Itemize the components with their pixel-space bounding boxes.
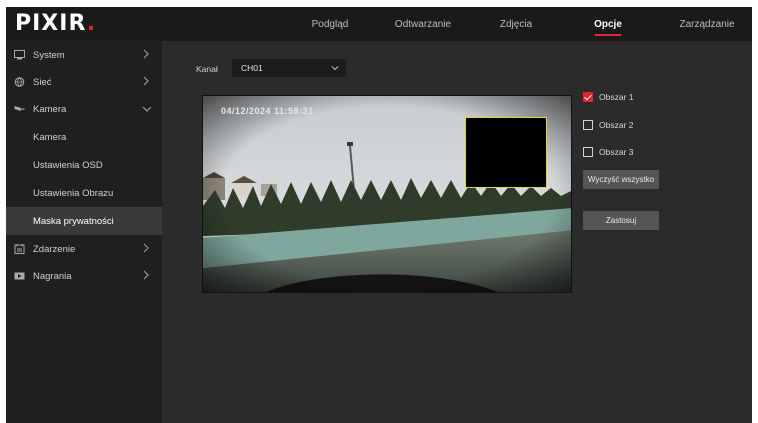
- sidebar-item-label: Nagrania: [33, 270, 72, 282]
- app-window: PIXIR. Podgląd Odtwarzanie Zdjęcia Opcje…: [6, 7, 752, 423]
- nav-tab-label: Odtwarzanie: [394, 18, 452, 30]
- area-2-checkbox-row[interactable]: Obszar 2: [583, 120, 634, 130]
- chevron-right-icon: [143, 243, 149, 253]
- nav-tab-label: Zdjęcia: [499, 18, 533, 30]
- sidebar-item-label: Sieć: [33, 76, 52, 88]
- sidebar-item-camera[interactable]: Kamera: [6, 95, 162, 123]
- nav-tab-label: Opcje: [594, 18, 622, 30]
- system-icon: [14, 50, 25, 60]
- chevron-right-icon: [143, 49, 149, 59]
- chevron-right-icon: [143, 270, 149, 280]
- clear-all-button[interactable]: Wyczyść wszystko: [583, 170, 659, 189]
- area-3-label: Obszar 3: [599, 147, 634, 157]
- apply-button[interactable]: Zastosuj: [583, 211, 659, 230]
- sidebar: System Sieć Kamera Kamera Ustawienia OSD: [6, 41, 162, 423]
- sidebar-item-system[interactable]: System: [6, 41, 162, 69]
- nav-tab-label: Zarządzanie: [679, 18, 735, 30]
- sidebar-subitem-label: Ustawienia Obrazu: [33, 187, 114, 199]
- camera-icon: [14, 106, 25, 111]
- chevron-down-icon: [331, 66, 339, 71]
- sidebar-subitem-label: Maska prywatności: [33, 215, 114, 227]
- nav-tab-options[interactable]: Opcje: [585, 7, 631, 41]
- sidebar-subitem-image-settings[interactable]: Ustawienia Obrazu: [6, 179, 162, 207]
- chevron-down-icon: [142, 106, 152, 112]
- sidebar-item-recordings[interactable]: Nagrania: [6, 262, 162, 290]
- area-1-checkbox[interactable]: [583, 92, 593, 102]
- channel-select[interactable]: CH01: [232, 59, 346, 77]
- nav-tab-management[interactable]: Zarządzanie: [672, 7, 742, 41]
- clear-all-label: Wyczyść wszystko: [587, 175, 655, 184]
- channel-label: Kanał: [196, 64, 218, 74]
- camera-preview[interactable]: 04/12/2024 11:58:31: [202, 95, 572, 293]
- nav-tab-live-view[interactable]: Podgląd: [302, 7, 358, 41]
- sidebar-subitem-osd-settings[interactable]: Ustawienia OSD: [6, 151, 162, 179]
- top-bar: PIXIR. Podgląd Odtwarzanie Zdjęcia Opcje…: [6, 7, 752, 41]
- sidebar-item-label: Zdarzenie: [33, 243, 76, 255]
- sidebar-subitem-label: Ustawienia OSD: [33, 159, 103, 171]
- privacy-mask-area-1[interactable]: [465, 117, 547, 188]
- area-3-checkbox-row[interactable]: Obszar 3: [583, 147, 634, 157]
- area-1-checkbox-row[interactable]: Obszar 1: [583, 92, 634, 102]
- nav-tab-playback[interactable]: Odtwarzanie: [389, 7, 457, 41]
- apply-label: Zastosuj: [605, 216, 637, 225]
- area-3-checkbox[interactable]: [583, 147, 593, 157]
- sidebar-item-label: System: [33, 49, 65, 61]
- brand-logo: PIXIR.: [15, 11, 97, 36]
- area-2-checkbox[interactable]: [583, 120, 593, 130]
- nav-tab-label: Podgląd: [311, 18, 349, 30]
- area-1-label: Obszar 1: [599, 92, 634, 102]
- sidebar-item-event[interactable]: Zdarzenie: [6, 235, 162, 263]
- event-icon: [14, 244, 25, 254]
- sidebar-subitem-camera[interactable]: Kamera: [6, 123, 162, 151]
- network-icon: [14, 77, 25, 87]
- channel-select-value: CH01: [241, 63, 263, 73]
- nav-tab-pictures[interactable]: Zdjęcia: [490, 7, 542, 41]
- sidebar-subitem-label: Kamera: [33, 131, 67, 143]
- active-tab-indicator: [595, 34, 621, 36]
- chevron-right-icon: [143, 76, 149, 86]
- osd-timestamp: 04/12/2024 11:58:31: [221, 106, 314, 116]
- sidebar-subitem-privacy-mask[interactable]: Maska prywatności: [6, 207, 162, 235]
- sidebar-item-network[interactable]: Sieć: [6, 68, 162, 96]
- recording-icon: [14, 272, 25, 280]
- area-2-label: Obszar 2: [599, 120, 634, 130]
- sidebar-item-label: Kamera: [33, 103, 67, 115]
